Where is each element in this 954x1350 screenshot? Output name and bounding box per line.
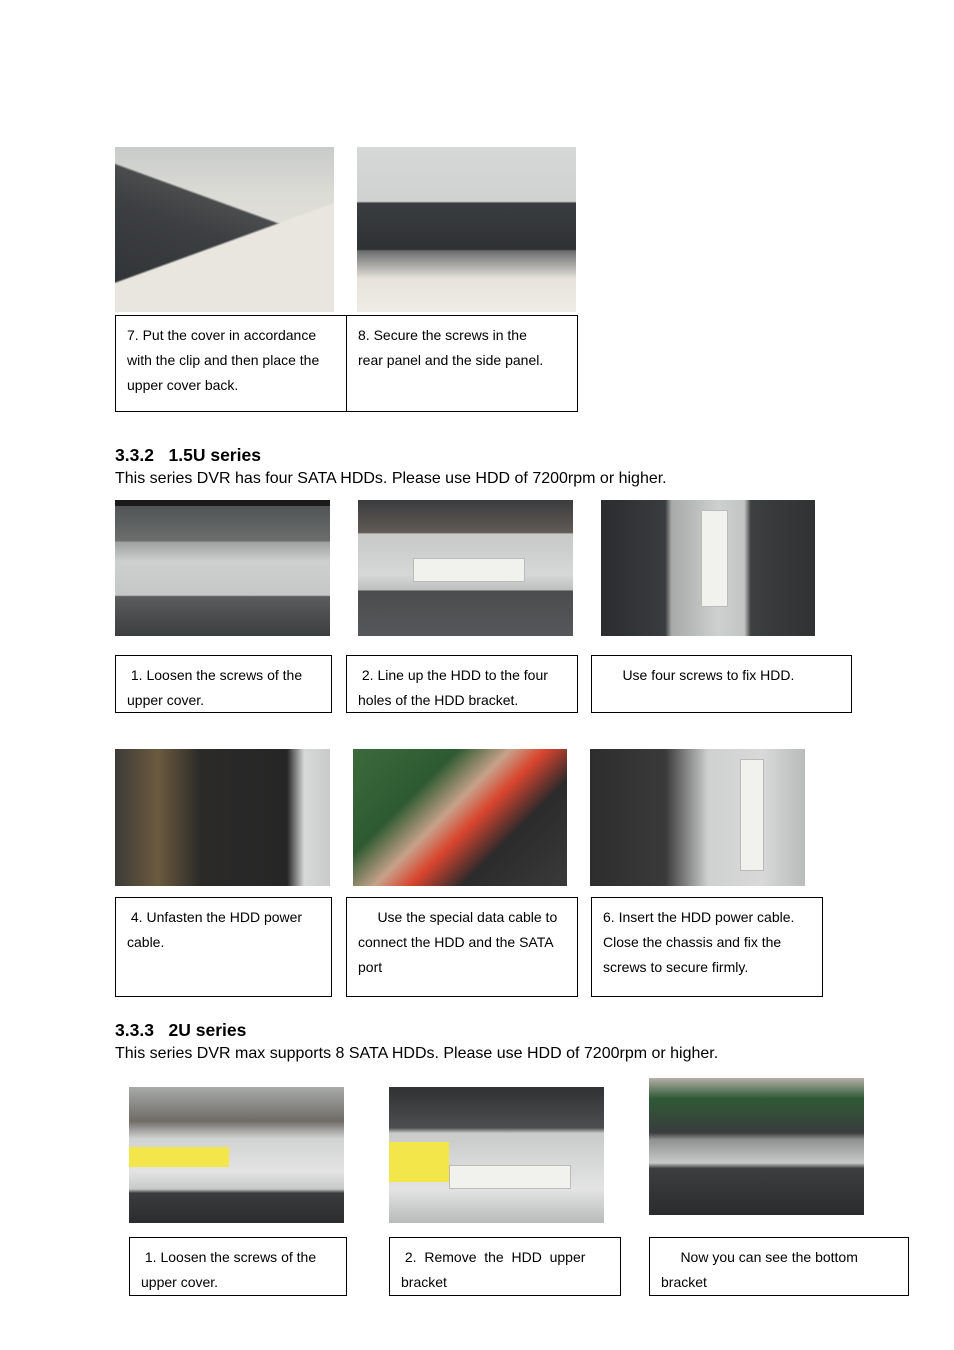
caption-1-5u-step-1: 1. Loosen the screws of the upper cover. xyxy=(115,655,332,713)
caption-2u-step-2: 2. Remove the HDD upper bracket xyxy=(389,1237,621,1296)
caption-1-5u-step-3: Use four screws to fix HDD. xyxy=(591,655,852,713)
photo-rear-panel-screws xyxy=(357,147,576,312)
caption-2u-step-1: 1. Loosen the screws of the upper cover. xyxy=(129,1237,347,1296)
caption-line: upper cover. xyxy=(127,692,205,708)
caption-line: 6. Insert the HDD power cable. xyxy=(603,909,795,925)
caption-line: 1. Loosen the screws of the xyxy=(141,1249,317,1265)
section-intro-1-5u: This series DVR has four SATA HDDs. Plea… xyxy=(115,470,667,487)
caption-line: 1. Loosen the screws of the xyxy=(127,667,303,683)
caption-line: holes of the HDD bracket. xyxy=(358,692,519,708)
caption-2u-step-3: Now you can see the bottom bracket xyxy=(649,1237,909,1296)
caption-line: cable. xyxy=(127,934,165,950)
section-intro-2u: This series DVR max supports 8 SATA HDDs… xyxy=(115,1045,719,1062)
caption-1-5u-step-2: 2. Line up the HDD to the four holes of … xyxy=(346,655,578,713)
photo-insert-power-cable xyxy=(590,749,805,886)
caption-1-5u-step-5: Use the special data cable to connect th… xyxy=(346,897,578,997)
caption-step-8: 8. Secure the screws in the rear panel a… xyxy=(346,315,578,412)
photo-hdd-bracket xyxy=(358,500,573,636)
photo-unfasten-power-cable xyxy=(115,749,330,886)
caption-1-5u-step-4: 4. Unfasten the HDD power cable. xyxy=(115,897,332,997)
caption-line: with the clip and then place the xyxy=(127,352,320,368)
photo-fix-hdd xyxy=(601,500,815,636)
caption-line: 8. Secure the screws in the xyxy=(358,327,527,343)
caption-line: 7. Put the cover in accordance xyxy=(127,327,317,343)
caption-1-5u-step-6: 6. Insert the HDD power cable. Close the… xyxy=(591,897,823,997)
photo-cover-back xyxy=(115,147,334,312)
photo-2u-open-chassis xyxy=(129,1087,344,1223)
caption-line: connect the HDD and the SATA xyxy=(358,934,554,950)
photo-sata-data-cable xyxy=(353,749,567,886)
caption-step-7: 7. Put the cover in accordance with the … xyxy=(115,315,347,412)
photo-2u-remove-upper-bracket xyxy=(389,1087,604,1223)
caption-line: Use four screws to fix HDD. xyxy=(603,667,795,683)
caption-line: Now you can see the bottom xyxy=(661,1249,858,1265)
caption-line: port xyxy=(358,959,383,975)
caption-line: Use the special data cable to xyxy=(358,909,558,925)
section-heading-2u: 3.3.3 2U series xyxy=(115,1020,247,1040)
caption-line: screws to secure firmly. xyxy=(603,959,749,975)
caption-line: upper cover. xyxy=(141,1274,219,1290)
caption-line: bracket xyxy=(401,1274,447,1290)
caption-line: bracket xyxy=(661,1274,707,1290)
caption-line: upper cover back. xyxy=(127,377,239,393)
photo-loosen-screws xyxy=(115,500,330,636)
caption-line: rear panel and the side panel. xyxy=(358,352,544,368)
caption-line: 2. Line up the HDD to the four xyxy=(358,667,548,683)
caption-line: 2. Remove the HDD upper xyxy=(401,1249,586,1265)
photo-2u-bottom-bracket xyxy=(649,1078,864,1215)
caption-line: Close the chassis and fix the xyxy=(603,934,782,950)
section-heading-1-5u: 3.3.2 1.5U series xyxy=(115,445,261,465)
caption-line: 4. Unfasten the HDD power xyxy=(127,909,303,925)
